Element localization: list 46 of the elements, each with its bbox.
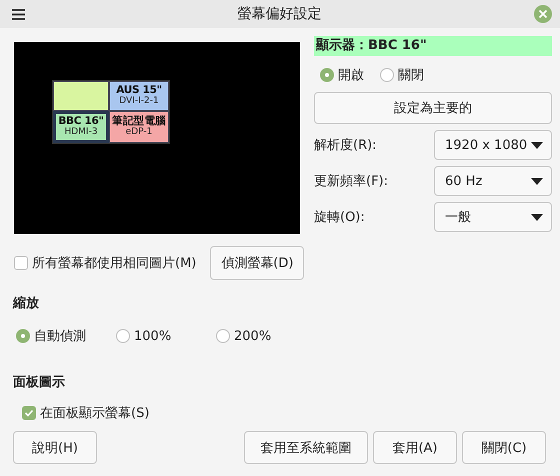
close-icon[interactable] (534, 5, 552, 23)
section-heading: 面板圖示 (13, 374, 66, 391)
help-button[interactable]: 說明(H) (13, 431, 97, 464)
radio-button[interactable] (16, 329, 30, 343)
set-primary-button[interactable]: 設定為主要的 (314, 92, 552, 124)
monitor-tile[interactable]: 筆記型電腦 eDP-1 (109, 111, 169, 143)
display-heading: 顯示器：BBC 16" (314, 36, 552, 56)
dropdown[interactable]: 一般 (434, 202, 552, 232)
monitor-tile[interactable] (53, 81, 109, 111)
action-button[interactable]: 套用至系統範圍 (244, 431, 368, 464)
monitor-name: BBC 16" (58, 116, 104, 128)
dropdown[interactable]: 1920 x 1080 (434, 130, 552, 160)
radio-label: 200% (234, 328, 272, 344)
dropdown[interactable]: 60 Hz (434, 166, 552, 196)
radio-label: 100% (134, 328, 172, 344)
checkbox-label: 所有螢幕都使用相同圖片(M) (32, 255, 196, 272)
connector-label: eDP-1 (126, 128, 152, 138)
setting-label: 解析度(R): (314, 137, 377, 154)
monitor-name: AUS 15" (116, 85, 162, 96)
setting-label: 旋轉(O): (314, 209, 365, 226)
action-button[interactable]: 關閉(C) (462, 431, 546, 464)
action-button[interactable]: 套用(A) (373, 431, 457, 464)
radio-button[interactable] (116, 329, 130, 343)
checkbox[interactable] (14, 256, 28, 270)
radio-button[interactable] (320, 68, 334, 82)
connector-label: DVI-I-2-1 (119, 96, 159, 107)
caret-icon (531, 178, 543, 184)
section-heading: 縮放 (13, 294, 40, 312)
monitor-name: 筆記型電腦 (112, 116, 166, 128)
caret-icon (531, 142, 543, 148)
radio-button[interactable] (216, 329, 230, 343)
caret-icon (531, 214, 543, 220)
radio-label: 自動偵測 (34, 328, 86, 345)
checkbox[interactable] (22, 406, 36, 420)
radio-label: 關閉 (398, 67, 424, 84)
window-title: 螢幕偏好設定 (236, 5, 322, 23)
radio-label: 開啟 (338, 67, 364, 84)
checkbox-label: 在面板顯示螢幕(S) (40, 405, 150, 422)
radio-button[interactable] (380, 68, 394, 82)
check-icon (24, 408, 34, 418)
monitor-tile[interactable]: AUS 15" DVI-I-2-1 (109, 81, 169, 111)
menu-icon[interactable] (12, 8, 25, 20)
monitor-tile[interactable]: BBC 16" HDMI-3 (53, 111, 109, 143)
connector-label: HDMI-3 (64, 128, 98, 138)
setting-label: 更新頻率(F): (314, 173, 388, 190)
detect-displays-button[interactable]: 偵測螢幕(D) (210, 246, 304, 280)
